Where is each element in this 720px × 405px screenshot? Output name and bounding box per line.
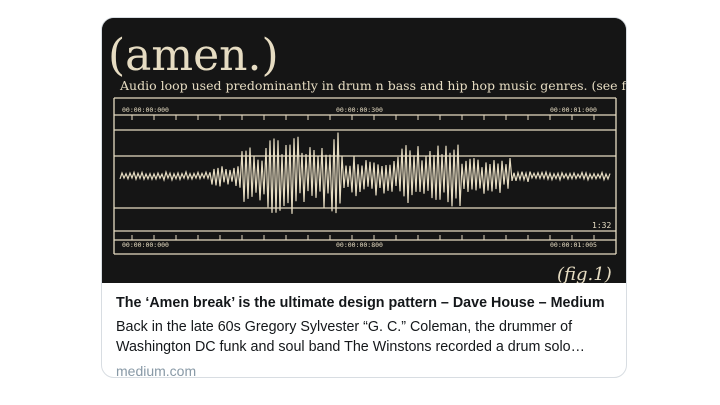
timecode-bottom-1: 00:00:00:000 xyxy=(122,241,169,249)
card-description: Back in the late 60s Gregory Sylvester “… xyxy=(116,319,585,355)
link-preview-card[interactable]: (amen.) Audio loop used predominantly in… xyxy=(101,17,627,378)
timecode-bottom-2: 00:00:00:800 xyxy=(336,241,383,249)
timecode-bottom-3: 00:00:01:005 xyxy=(550,241,597,249)
image-subtitle: Audio loop used predominantly in drum n … xyxy=(119,78,627,93)
timecode-top-2: 00:00:00:300 xyxy=(336,106,383,114)
card-title[interactable]: The ‘Amen break’ is the ultimate design … xyxy=(116,294,614,313)
timecode-top-1: 00:00:00:000 xyxy=(122,106,169,114)
card-image[interactable]: (amen.) Audio loop used predominantly in… xyxy=(102,18,627,283)
card-body: The ‘Amen break’ is the ultimate design … xyxy=(102,283,626,377)
amen-waveform-graphic: (amen.) Audio loop used predominantly in… xyxy=(102,18,627,283)
time-label: 1:32 xyxy=(592,221,611,230)
card-domain[interactable]: medium.com xyxy=(116,362,614,377)
timecode-top-3: 00:00:01:000 xyxy=(550,106,597,114)
figure-caption: (fig.1) xyxy=(557,264,612,283)
image-heading: (amen.) xyxy=(108,30,279,81)
